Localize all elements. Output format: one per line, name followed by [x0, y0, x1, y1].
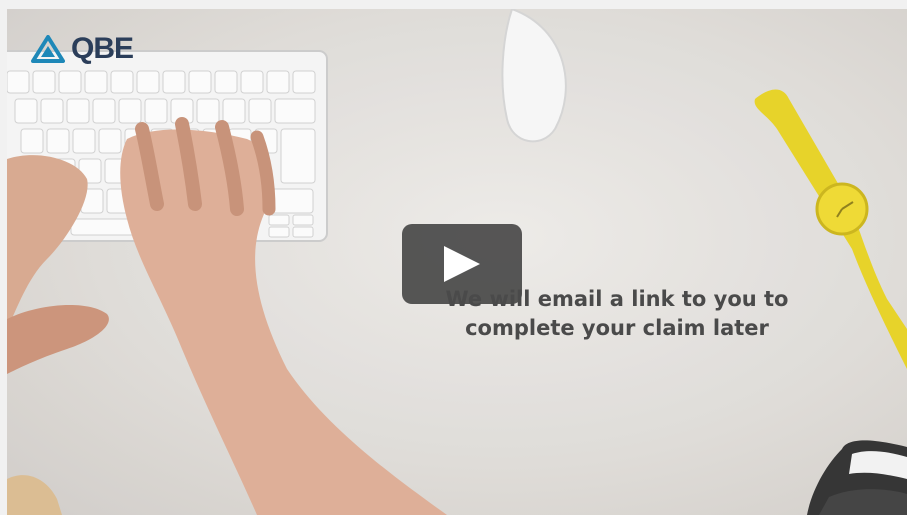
- video-player[interactable]: QBE We will email a link to you to compl…: [7, 9, 907, 515]
- caption-line-1: We will email a link to you to: [445, 287, 789, 311]
- play-icon: [444, 246, 480, 282]
- video-caption: We will email a link to you to complete …: [407, 285, 827, 343]
- caption-line-2: complete your claim later: [465, 316, 769, 340]
- brand-name: QBE: [71, 32, 134, 65]
- qbe-logo: QBE: [31, 32, 134, 65]
- page-frame: QBE We will email a link to you to compl…: [0, 0, 907, 515]
- qbe-logo-icon: [31, 35, 65, 63]
